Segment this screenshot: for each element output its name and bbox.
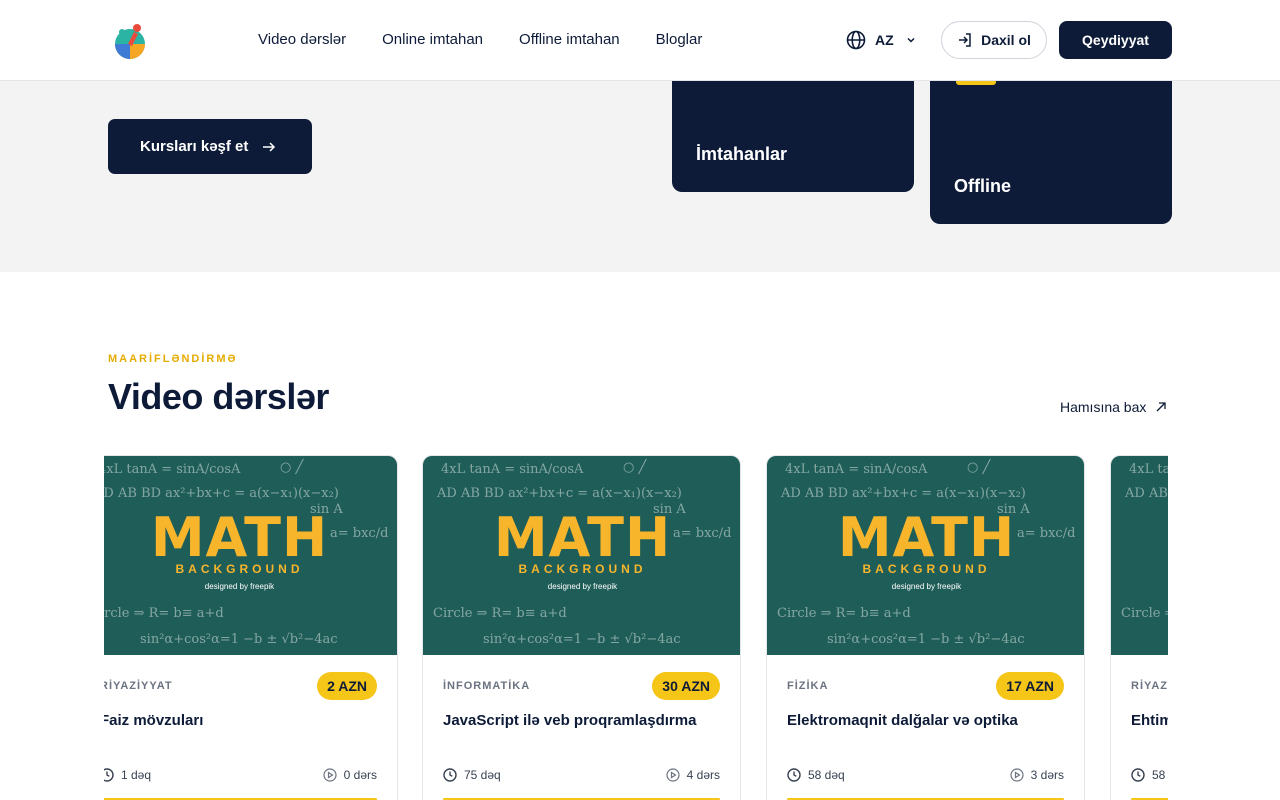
section-eyebrow: MAARİFLƏNDİRMƏ <box>108 353 238 365</box>
thumbnail-credit: designed by freepik <box>891 582 962 591</box>
course-category: FİZİKA <box>787 680 829 692</box>
clock-icon <box>104 768 114 782</box>
course-title[interactable]: JavaScript ilə veb proqramlaşdırma <box>443 712 696 729</box>
course-price: 2 AZN <box>317 672 377 700</box>
nav-offline-exam[interactable]: Offline imtahan <box>519 31 620 49</box>
course-title[interactable]: Ehtimal <box>1131 712 1168 729</box>
thumbnail-subheadline: BACKGROUND <box>1111 562 1168 576</box>
section-title: Video dərslər <box>108 376 329 417</box>
thumbnail-subheadline: BACKGROUND <box>175 562 304 576</box>
course-category: İNFORMATİKA <box>443 680 531 692</box>
thumbnail-headline: MATH <box>837 506 1016 569</box>
nav-blogs[interactable]: Bloglar <box>656 31 703 49</box>
offline-card-title: Offline <box>954 176 1011 196</box>
course-category: RİYAZİYYAT <box>1131 680 1168 692</box>
course-thumbnail: 4xL tanA = sinA/cosA AD AB BD ax²+bx+c =… <box>767 456 1084 655</box>
play-circle-icon <box>666 768 680 782</box>
offline-card[interactable]: Offline <box>930 81 1172 224</box>
course-card[interactable]: 4xL tanA = sinA/cosA AD AB BD ax²+bx+c =… <box>766 455 1085 800</box>
site-header: Video dərslər Online imtahan Offline imt… <box>0 0 1280 81</box>
clock-icon <box>787 768 801 782</box>
hero-section: Kursları kəşf et İmtahanlar Offline <box>0 81 1280 272</box>
clock-icon <box>1131 768 1145 782</box>
language-code: AZ <box>875 32 894 48</box>
register-button[interactable]: Qeydiyyat <box>1059 21 1172 59</box>
logo[interactable] <box>110 22 150 60</box>
thumbnail-credit: designed by freepik <box>547 582 618 591</box>
play-circle-icon <box>1010 768 1024 782</box>
login-label: Daxil ol <box>981 32 1031 48</box>
chevron-down-icon <box>907 37 915 43</box>
thumbnail-credit: designed by freepik <box>1111 582 1168 591</box>
course-thumbnail: 4xL tanA = sinA/cosA AD AB BD ax²+bx+c =… <box>1111 456 1168 655</box>
nav-video-lessons[interactable]: Video dərslər <box>258 31 346 49</box>
thumbnail-subheadline: BACKGROUND <box>518 562 647 576</box>
arrow-right-icon <box>263 141 276 152</box>
thumbnail-subheadline: BACKGROUND <box>862 562 991 576</box>
login-icon <box>959 33 971 47</box>
course-lessons: 0 dərs <box>323 768 377 782</box>
course-category: RİYAZİYYAT <box>104 680 173 692</box>
course-carousel: 4xL tanA = sinA/cosA AD AB BD ax²+bx+c =… <box>104 455 1168 800</box>
exams-card[interactable]: İmtahanlar <box>672 81 914 192</box>
course-card[interactable]: 4xL tanA = sinA/cosA AD AB BD ax²+bx+c =… <box>1110 455 1168 800</box>
thumbnail-headline: MATH <box>1111 508 1168 568</box>
offline-card-badge <box>956 81 996 85</box>
course-duration: 1 dəq <box>104 768 151 782</box>
thumbnail-headline: MATH <box>493 506 672 569</box>
course-title[interactable]: Elektromaqnit dalğalar və optika <box>787 712 1018 729</box>
thumbnail-headline: MATH <box>150 506 329 569</box>
course-thumbnail: 4xL tanA = sinA/cosA AD AB BD ax²+bx+c =… <box>423 456 740 655</box>
course-lessons: 4 dərs <box>666 768 720 782</box>
main-nav: Video dərslər Online imtahan Offline imt… <box>258 31 738 49</box>
see-all-link[interactable]: Hamısına bax <box>1060 399 1167 415</box>
course-thumbnail: 4xL tanA = sinA/cosA AD AB BD ax²+bx+c =… <box>104 456 397 655</box>
see-all-label: Hamısına bax <box>1060 399 1147 415</box>
login-button[interactable]: Daxil ol <box>941 21 1047 59</box>
language-switcher[interactable]: AZ <box>846 30 916 50</box>
course-duration: 75 dəq <box>443 768 501 782</box>
globe-icon <box>846 30 866 50</box>
course-card[interactable]: 4xL tanA = sinA/cosA AD AB BD ax²+bx+c =… <box>104 455 398 800</box>
course-title[interactable]: Faiz mövzuları <box>104 712 203 729</box>
explore-courses-button[interactable]: Kursları kəşf et <box>108 119 312 174</box>
thumbnail-credit: designed by freepik <box>204 582 275 591</box>
nav-online-exam[interactable]: Online imtahan <box>382 31 483 49</box>
course-card[interactable]: 4xL tanA = sinA/cosA AD AB BD ax²+bx+c =… <box>422 455 741 800</box>
explore-courses-label: Kursları kəşf et <box>140 138 249 155</box>
course-lessons: 3 dərs <box>1010 768 1064 782</box>
course-price: 30 AZN <box>652 672 720 700</box>
course-price: 17 AZN <box>996 672 1064 700</box>
course-duration: 58 dəq <box>787 768 845 782</box>
play-circle-icon <box>323 768 337 782</box>
course-duration: 58 <box>1131 768 1165 782</box>
clock-icon <box>443 768 457 782</box>
arrow-up-right-icon <box>1156 402 1167 412</box>
exams-card-title: İmtahanlar <box>696 144 788 164</box>
